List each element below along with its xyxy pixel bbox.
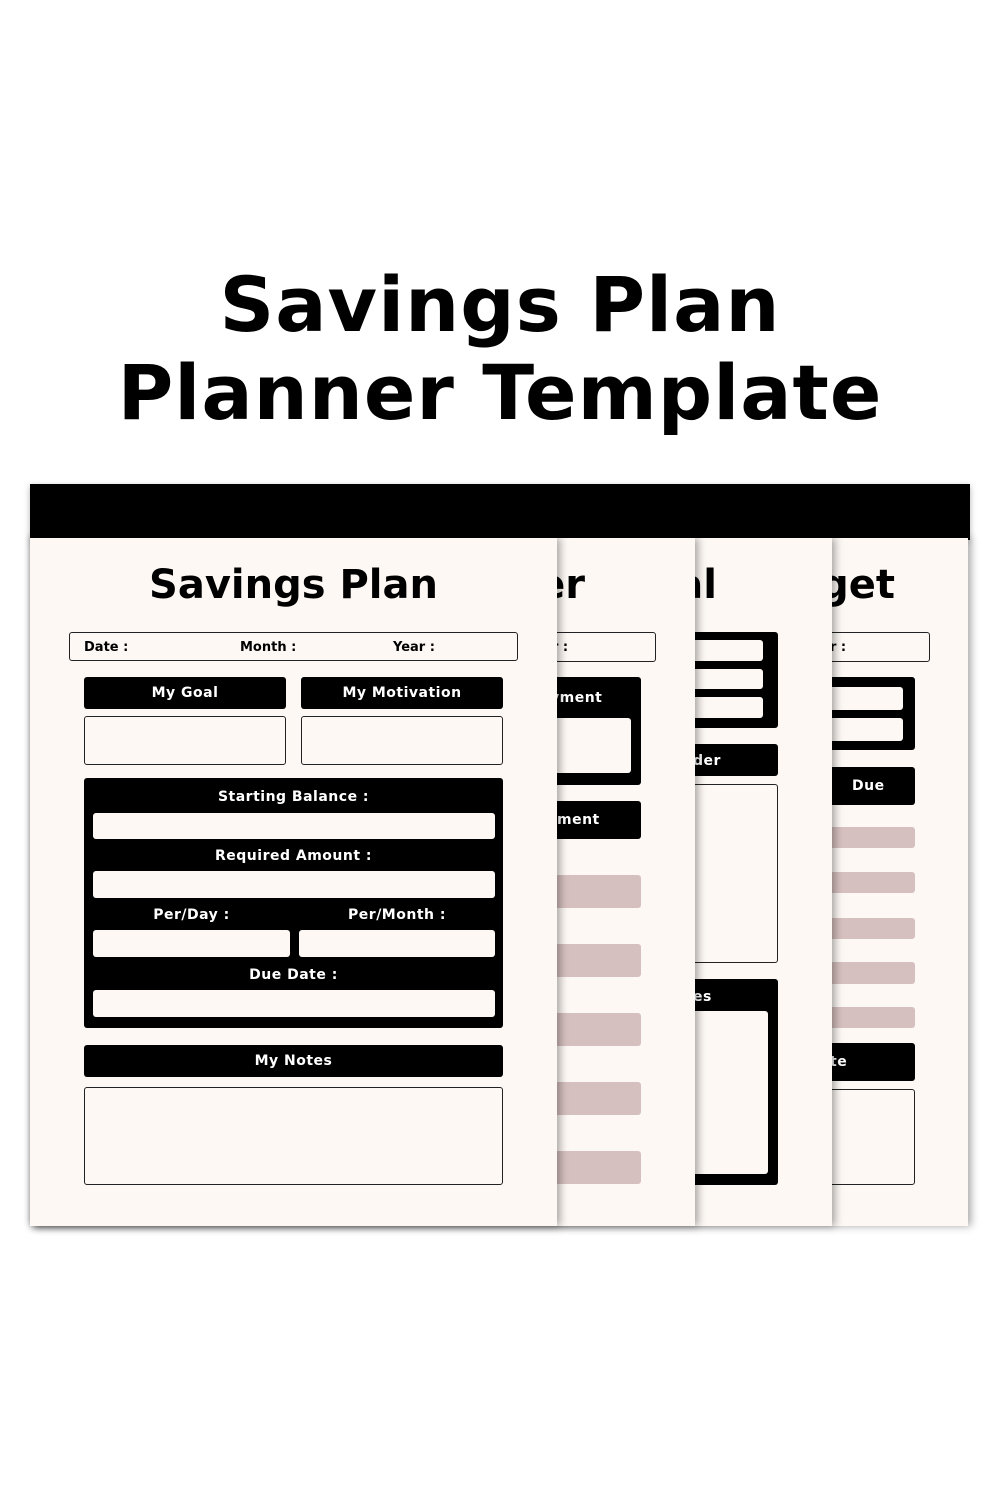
notes-field[interactable]	[84, 1087, 503, 1185]
page4-due-label: Due	[852, 778, 885, 794]
per-day-field[interactable]	[93, 930, 290, 957]
date-label[interactable]: Date :	[84, 640, 128, 655]
page4-note-label: te	[830, 1054, 848, 1070]
page4-date-label: r :	[830, 640, 847, 655]
page2-header-label: ment	[557, 812, 600, 828]
pages-top-bar	[30, 484, 970, 540]
motivation-field[interactable]	[301, 716, 503, 765]
motivation-label: My Motivation	[342, 685, 462, 701]
year-label[interactable]: Year :	[393, 640, 435, 655]
month-label[interactable]: Month :	[240, 640, 296, 655]
heading-line-2: Planner Template	[117, 348, 883, 437]
page-title: Savings Plan	[149, 562, 438, 608]
heading-line-1: Savings Plan	[219, 260, 781, 349]
due-date-label: Due Date :	[249, 967, 338, 983]
per-month-label: Per/Month :	[348, 907, 446, 923]
page3-header-label: der	[693, 753, 721, 769]
page2-payment-label: yment	[550, 690, 603, 706]
page3-notes-label: es	[693, 989, 712, 1005]
goal-field[interactable]	[84, 716, 286, 765]
required-amount-field[interactable]	[93, 871, 495, 898]
per-day-label: Per/Day :	[153, 907, 230, 923]
due-date-field[interactable]	[93, 990, 495, 1017]
savings-plan-page: Savings Plan Date : Month : Year : My Go…	[30, 538, 557, 1226]
goal-label: My Goal	[151, 685, 219, 701]
per-month-field[interactable]	[299, 930, 495, 957]
starting-balance-label: Starting Balance :	[217, 789, 370, 805]
notes-label: My Notes	[254, 1053, 333, 1069]
required-amount-label: Required Amount :	[215, 848, 372, 864]
starting-balance-field[interactable]	[93, 813, 495, 839]
